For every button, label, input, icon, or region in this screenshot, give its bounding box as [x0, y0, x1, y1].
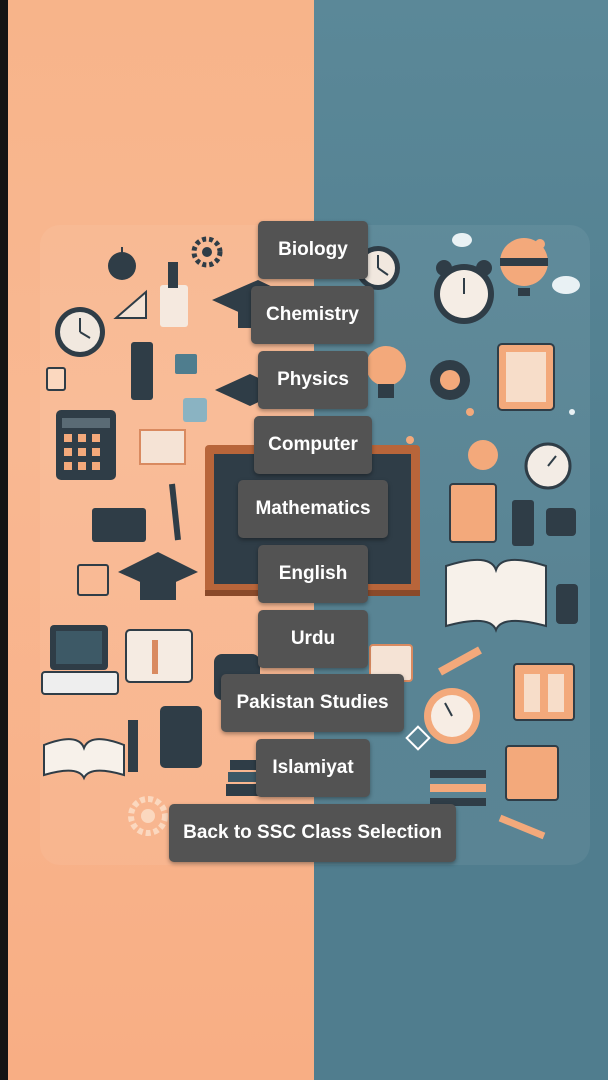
back-to-class-selection-button[interactable]: Back to SSC Class Selection — [169, 804, 456, 862]
english-button[interactable]: English — [258, 545, 368, 603]
biology-button[interactable]: Biology — [258, 221, 368, 279]
mathematics-button[interactable]: Mathematics — [238, 480, 388, 538]
urdu-button[interactable]: Urdu — [258, 610, 368, 668]
physics-button[interactable]: Physics — [258, 351, 368, 409]
app-screen: Biology Chemistry Physics Computer Mathe… — [0, 0, 608, 1080]
computer-button[interactable]: Computer — [254, 416, 372, 474]
islamiyat-button[interactable]: Islamiyat — [256, 739, 370, 797]
chemistry-button[interactable]: Chemistry — [251, 286, 374, 344]
subject-menu: Biology Chemistry Physics Computer Mathe… — [0, 0, 608, 1080]
pakistan-studies-button[interactable]: Pakistan Studies — [221, 674, 404, 732]
